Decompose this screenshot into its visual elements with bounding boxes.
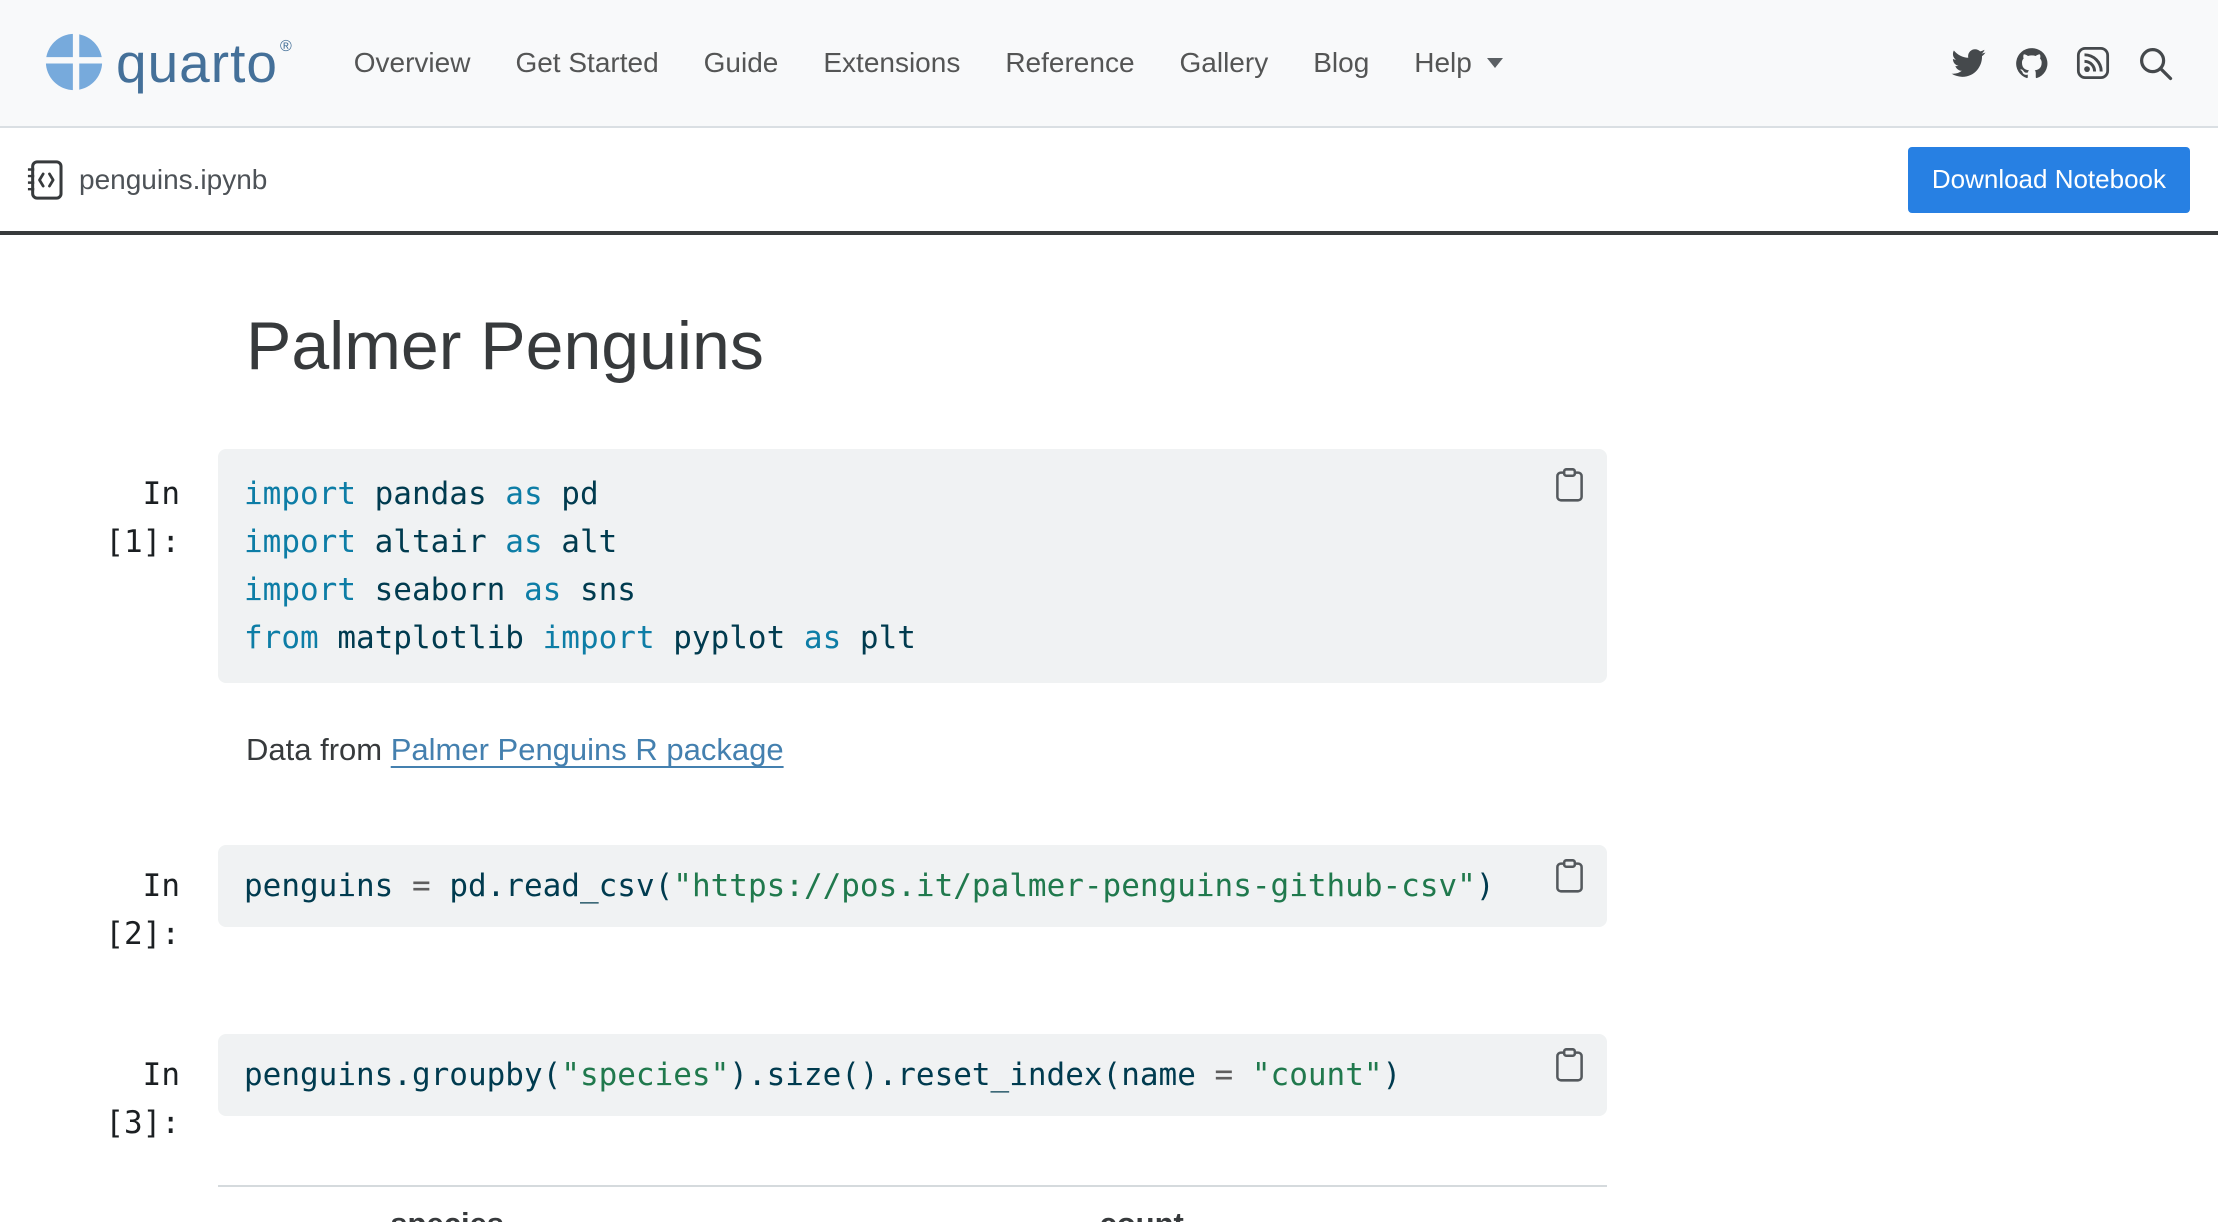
copy-code-button-3[interactable] [1554, 1047, 1585, 1083]
quarto-logo-icon [44, 32, 104, 92]
navbar-icons [1950, 45, 2174, 82]
output-table: species count [218, 1185, 1607, 1222]
github-icon [2014, 46, 2049, 81]
copy-code-button-2[interactable] [1554, 858, 1585, 894]
column-header-species: species [218, 1186, 676, 1222]
nav-item-extensions[interactable]: Extensions [823, 47, 960, 79]
clipboard-icon [1554, 467, 1585, 503]
nav-item-guide[interactable]: Guide [704, 47, 779, 79]
notebook-content: Palmer Penguins In [1]: import pandas as… [0, 235, 2218, 1222]
twitter-link[interactable] [1950, 46, 1987, 80]
nav-item-blog[interactable]: Blog [1313, 47, 1369, 79]
registered-mark: ® [280, 38, 292, 56]
cell-execution-label-2: In [2]: [52, 845, 218, 958]
rss-link[interactable] [2076, 46, 2110, 80]
nav-item-get-started[interactable]: Get Started [515, 47, 658, 79]
main-nav: Overview Get Started Guide Extensions Refere… [292, 47, 1503, 79]
top-navbar: quarto ® Overview Get Started Guide Extensi… [0, 0, 2218, 128]
brand-text: quarto [116, 32, 278, 94]
nav-item-overview[interactable]: Overview [354, 47, 471, 79]
clipboard-icon [1554, 1047, 1585, 1083]
code-text-1: import pandas as pdimport altair as alti… [244, 470, 1537, 662]
code-block-3: penguins.groupby("species").size().reset… [218, 1034, 1607, 1116]
code-cell-3: In [3]: penguins.groupby("species").size… [52, 1034, 1607, 1147]
paragraph-text: Data from [246, 732, 391, 767]
code-block-2: penguins = pd.read_csv("https://pos.it/p… [218, 845, 1607, 927]
column-header-count: count [676, 1186, 1607, 1222]
palmer-penguins-link[interactable]: Palmer Penguins R package [391, 732, 784, 767]
search-link[interactable] [2137, 45, 2174, 82]
clipboard-icon [1554, 858, 1585, 894]
notebook-filename: penguins.ipynb [79, 164, 267, 196]
code-cell-1: In [1]: import pandas as pdimport altair… [52, 449, 1607, 683]
nav-item-help[interactable]: Help [1414, 47, 1503, 79]
search-icon [2137, 45, 2174, 82]
nav-item-gallery[interactable]: Gallery [1180, 47, 1269, 79]
code-cell-2: In [2]: penguins = pd.read_csv("https://… [52, 845, 1607, 958]
download-notebook-button[interactable]: Download Notebook [1908, 147, 2190, 213]
rss-icon [2076, 46, 2110, 80]
table-header-row: species count [218, 1186, 1607, 1222]
notebook-file: penguins.ipynb [24, 159, 267, 201]
code-text-3: penguins.groupby("species").size().reset… [244, 1051, 1537, 1099]
data-source-paragraph: Data from Palmer Penguins R package [246, 729, 2218, 771]
notebook-toolbar: penguins.ipynb Download Notebook [0, 128, 2218, 231]
cell-execution-label-3: In [3]: [52, 1034, 218, 1147]
nav-item-reference[interactable]: Reference [1005, 47, 1134, 79]
cell-execution-label-1: In [1]: [52, 449, 218, 566]
code-text-2: penguins = pd.read_csv("https://pos.it/p… [244, 862, 1537, 910]
github-link[interactable] [2014, 46, 2049, 81]
code-block-1: import pandas as pdimport altair as alti… [218, 449, 1607, 683]
page-title: Palmer Penguins [246, 307, 2218, 385]
quarto-logo[interactable]: quarto ® [44, 32, 292, 94]
copy-code-button-1[interactable] [1554, 467, 1585, 503]
notebook-file-icon [24, 159, 66, 201]
twitter-icon [1950, 46, 1987, 80]
